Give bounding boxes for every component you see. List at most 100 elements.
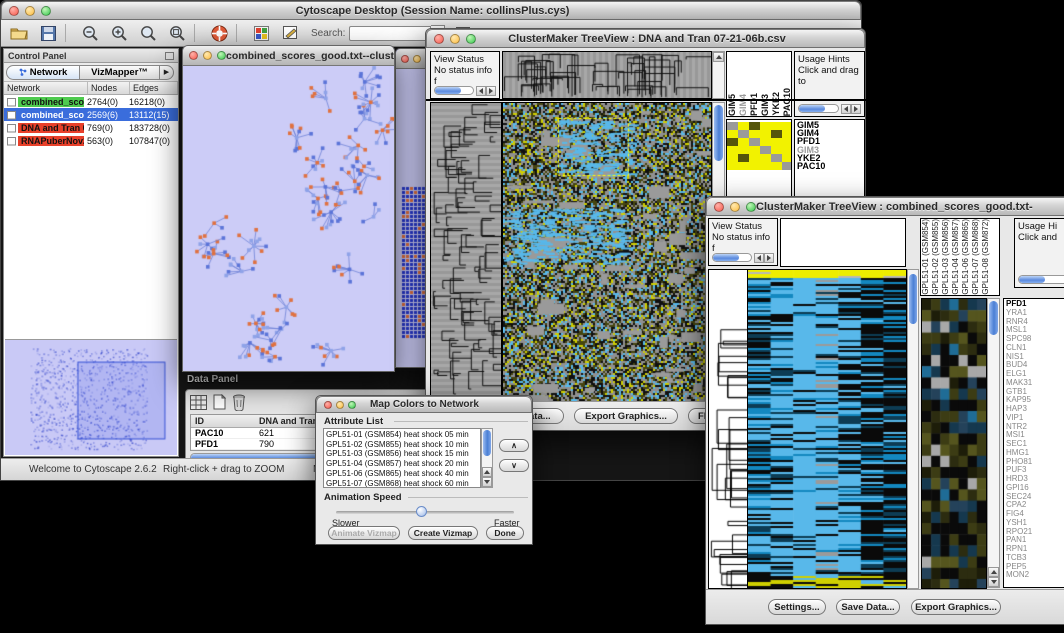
treeview1-titlebar[interactable]: ClusterMaker TreeView : DNA and Tran 07-… xyxy=(426,29,865,48)
attribute-list-item[interactable]: GPL51-02 (GSM855) heat shock 10 min xyxy=(326,440,478,450)
float-panel-icon[interactable] xyxy=(165,52,174,60)
export-graphics-button[interactable]: Export Graphics... xyxy=(574,408,678,424)
create-vizmap-button[interactable]: Create Vizmap xyxy=(408,526,478,540)
view-status-scrollbar[interactable] xyxy=(712,252,774,263)
scrollbar-track[interactable] xyxy=(434,86,474,95)
close-button[interactable] xyxy=(714,202,724,212)
done-button[interactable]: Done xyxy=(486,526,524,540)
vizmapper-button[interactable] xyxy=(250,23,272,43)
network-titlebar[interactable]: combined_scores_good.txt--cluste... xyxy=(183,46,394,66)
column-dendrogram-area[interactable] xyxy=(780,218,906,267)
usage-hints-scrollbar[interactable] xyxy=(1018,274,1064,285)
search-input[interactable] xyxy=(349,26,431,41)
help-button[interactable] xyxy=(208,23,230,43)
row-dendrogram[interactable] xyxy=(708,269,748,589)
attribute-list-item[interactable]: GPL51-06 (GSM865) heat shock 40 min xyxy=(326,469,478,479)
scrollbar-thumb[interactable] xyxy=(1019,276,1045,283)
scroll-right-button[interactable] xyxy=(486,86,496,96)
detail-heatmap[interactable] xyxy=(921,298,987,589)
attribute-list-scrollbar[interactable] xyxy=(481,428,493,488)
move-up-button[interactable]: ∧ xyxy=(499,439,529,452)
network-tree-row[interactable]: combined_sco 2569(6) 13112(15) xyxy=(4,108,178,121)
attribute-list-item[interactable]: GPL51-01 (GSM854) heat shock 05 min xyxy=(326,430,478,440)
zoom-button[interactable] xyxy=(348,401,356,409)
scrollbar-track[interactable] xyxy=(712,253,752,262)
dialog-titlebar[interactable]: Map Colors to Network xyxy=(316,396,532,413)
treeview2-titlebar[interactable]: ClusterMaker TreeView : combined_scores_… xyxy=(706,197,1064,216)
scroll-left-button[interactable] xyxy=(841,104,851,114)
scrollbar-thumb[interactable] xyxy=(713,254,739,261)
main-titlebar[interactable]: Cytoscape Desktop (Session Name: collins… xyxy=(1,1,861,20)
annotation-button[interactable] xyxy=(279,23,301,43)
delete-attribute-icon[interactable] xyxy=(232,394,246,411)
open-session-button[interactable] xyxy=(8,23,30,43)
minimize-button[interactable] xyxy=(203,51,212,60)
scroll-down-button[interactable] xyxy=(482,477,492,487)
zoom-button[interactable] xyxy=(466,34,476,44)
tab-vizmapper[interactable]: VizMapper™ xyxy=(80,65,160,80)
tab-network[interactable]: Network xyxy=(6,65,80,80)
usage-hints-scrollbar[interactable] xyxy=(798,103,861,114)
zoom-button[interactable] xyxy=(217,51,226,60)
network-tree-row[interactable]: RNAPuberNov2+I 563(0) 107847(0) xyxy=(4,134,178,147)
column-id[interactable]: ID xyxy=(191,415,255,427)
network-tree-row[interactable]: DNA and Tran 07 769(0) 183728(0) xyxy=(4,121,178,134)
scroll-up-button[interactable] xyxy=(713,52,724,62)
attribute-list-item[interactable]: GPL51-07 (GSM868) heat shock 60 min xyxy=(326,479,478,488)
zoom-button[interactable] xyxy=(746,202,756,212)
scroll-left-button[interactable] xyxy=(476,86,486,96)
heatmap-vscrollbar[interactable] xyxy=(907,269,919,589)
close-button[interactable] xyxy=(434,34,444,44)
minimize-button[interactable] xyxy=(730,202,740,212)
close-button[interactable] xyxy=(324,401,332,409)
global-heatmap[interactable] xyxy=(747,269,907,589)
zoom-out-button[interactable] xyxy=(79,23,101,43)
minimize-button[interactable] xyxy=(450,34,460,44)
attribute-select-icon[interactable] xyxy=(190,395,207,410)
scrollbar-thumb[interactable] xyxy=(483,430,491,456)
save-data-button[interactable]: Save Data... xyxy=(836,599,900,615)
network-canvas[interactable] xyxy=(183,66,394,371)
detail-vscrollbar[interactable] xyxy=(987,298,1000,588)
scroll-up-button[interactable] xyxy=(988,567,999,577)
minimize-button[interactable] xyxy=(413,55,421,63)
detail-heatmap[interactable] xyxy=(727,122,792,170)
save-session-button[interactable] xyxy=(37,23,59,43)
column-nodes[interactable]: Nodes xyxy=(88,82,130,94)
tab-overflow-button[interactable]: ▶ xyxy=(160,65,174,80)
move-down-button[interactable]: ∨ xyxy=(499,459,529,472)
close-button[interactable] xyxy=(9,6,19,16)
birdseye-view[interactable] xyxy=(5,339,177,455)
close-button[interactable] xyxy=(401,55,409,63)
scroll-right-button[interactable] xyxy=(764,253,774,263)
scroll-left-button[interactable] xyxy=(754,253,764,263)
gene-label[interactable]: MON2 xyxy=(1006,571,1062,580)
column-edges[interactable]: Edges xyxy=(130,82,178,94)
settings-button[interactable]: Settings... xyxy=(768,599,826,615)
new-attribute-icon[interactable] xyxy=(213,394,226,410)
attribute-list[interactable]: GPL51-01 (GSM854) heat shock 05 minGPL51… xyxy=(323,428,481,488)
network-tree-row[interactable]: combined_scores 2764(0) 16218(0) xyxy=(4,95,178,108)
view-status-scrollbar[interactable] xyxy=(434,85,496,96)
scroll-down-button[interactable] xyxy=(988,577,999,587)
global-heatmap[interactable] xyxy=(502,102,712,402)
scrollbar-track[interactable] xyxy=(798,104,839,113)
scrollbar-track[interactable] xyxy=(1018,275,1064,284)
minimize-button[interactable] xyxy=(336,401,344,409)
speed-slider-thumb[interactable] xyxy=(416,506,427,517)
animate-vizmap-button[interactable]: Animate Vizmap xyxy=(328,526,400,540)
row-dendrogram[interactable] xyxy=(430,102,502,402)
minimize-button[interactable] xyxy=(25,6,35,16)
scrollbar-thumb[interactable] xyxy=(909,274,917,324)
column-labels[interactable]: GPL51-01 (GSM854)GPL51-02 (GSM855)GPL51-… xyxy=(920,218,1000,296)
scrollbar-thumb[interactable] xyxy=(714,105,723,161)
zoom-button[interactable] xyxy=(41,6,51,16)
zoom-in-button[interactable] xyxy=(108,23,130,43)
attribute-list-item[interactable]: GPL51-04 (GSM857) heat shock 20 min xyxy=(326,459,478,469)
scrollbar-thumb[interactable] xyxy=(989,301,998,335)
gene-list[interactable]: PFD1YRA1RNR4MSL1SPC98CLN1NIS1BUD4ELG1MAK… xyxy=(1003,298,1064,588)
scroll-up-button[interactable] xyxy=(482,467,492,477)
column-network[interactable]: Network xyxy=(4,82,88,94)
scroll-right-button[interactable] xyxy=(851,104,861,114)
scrollbar-thumb[interactable] xyxy=(435,87,461,94)
